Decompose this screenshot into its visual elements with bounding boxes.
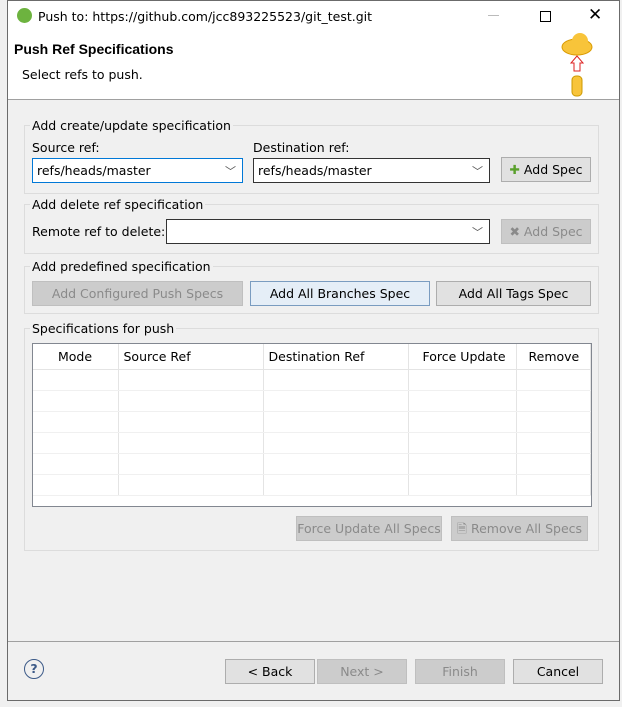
destination-ref-combo[interactable]: refs/heads/master ﹀ <box>253 158 490 183</box>
next-button[interactable]: Next > <box>317 659 407 684</box>
push-to-cloud-icon <box>561 33 593 97</box>
source-ref-label: Source ref: <box>32 140 100 155</box>
chevron-down-icon: ﹀ <box>472 165 483 178</box>
source-ref-value: refs/heads/master <box>37 163 151 178</box>
delete-x-icon: ✖ <box>509 224 520 239</box>
destination-ref-label: Destination ref: <box>253 140 350 155</box>
footer-separator <box>8 641 619 642</box>
finish-button[interactable]: Finish <box>415 659 505 684</box>
page-title: Push Ref Specifications <box>14 41 174 57</box>
empty-row <box>33 453 591 475</box>
column-destination-ref[interactable]: Destination Ref <box>263 344 409 370</box>
destination-ref-value: refs/heads/master <box>258 163 372 178</box>
remote-ref-combo[interactable]: ﹀ <box>166 219 490 244</box>
delete-spec-legend: Add delete ref specification <box>30 197 206 212</box>
minimize-button[interactable] <box>488 15 499 16</box>
back-button[interactable]: < Back <box>225 659 315 684</box>
create-spec-legend: Add create/update specification <box>30 118 233 133</box>
window-title: Push to: https://github.com/jcc893225523… <box>38 9 373 24</box>
remove-all-label: Remove All Specs <box>470 521 583 536</box>
remote-ref-label: Remote ref to delete: <box>32 224 166 239</box>
title-bar: Push to: https://github.com/jcc893225523… <box>8 1 619 31</box>
source-ref-combo[interactable]: refs/heads/master ﹀ <box>32 158 243 183</box>
add-spec-label: Add Spec <box>523 162 583 177</box>
app-icon <box>17 8 32 23</box>
cancel-button[interactable]: Cancel <box>513 659 603 684</box>
add-delete-spec-button[interactable]: ✖ Add Spec <box>501 219 591 244</box>
empty-row <box>33 390 591 412</box>
table-header: Mode Source Ref Destination Ref Force Up… <box>33 344 591 370</box>
remove-doc-icon: 🗎 <box>456 521 467 536</box>
add-spec-button[interactable]: ✚ Add Spec <box>501 157 591 182</box>
chevron-down-icon: ﹀ <box>225 165 236 178</box>
help-icon[interactable]: ? <box>24 659 44 679</box>
column-remove[interactable]: Remove <box>516 344 591 370</box>
empty-row <box>33 369 591 391</box>
remove-all-specs-button[interactable]: 🗎 Remove All Specs <box>451 516 588 541</box>
specs-legend: Specifications for push <box>30 321 177 336</box>
plus-icon: ✚ <box>509 162 520 177</box>
column-force-update[interactable]: Force Update <box>408 344 517 370</box>
specs-table[interactable]: Mode Source Ref Destination Ref Force Up… <box>32 343 592 507</box>
add-configured-push-specs-button[interactable]: Add Configured Push Specs <box>32 281 243 306</box>
chevron-down-icon: ﹀ <box>472 226 483 239</box>
push-dialog: Push to: https://github.com/jcc893225523… <box>7 0 620 701</box>
empty-row <box>33 411 591 433</box>
empty-row <box>33 432 591 454</box>
wizard-header: Push Ref Specifications Select refs to p… <box>8 31 619 100</box>
force-update-all-specs-button[interactable]: Force Update All Specs <box>296 516 442 541</box>
add-all-branches-spec-button[interactable]: Add All Branches Spec <box>250 281 430 306</box>
close-button[interactable]: ✕ <box>588 5 602 25</box>
empty-row <box>33 474 591 496</box>
maximize-button[interactable] <box>540 11 551 22</box>
add-spec-label: Add Spec <box>523 224 583 239</box>
predefined-spec-legend: Add predefined specification <box>30 259 213 274</box>
column-mode[interactable]: Mode <box>33 344 119 370</box>
column-source-ref[interactable]: Source Ref <box>118 344 264 370</box>
page-subtitle: Select refs to push. <box>22 67 143 82</box>
add-all-tags-spec-button[interactable]: Add All Tags Spec <box>436 281 591 306</box>
